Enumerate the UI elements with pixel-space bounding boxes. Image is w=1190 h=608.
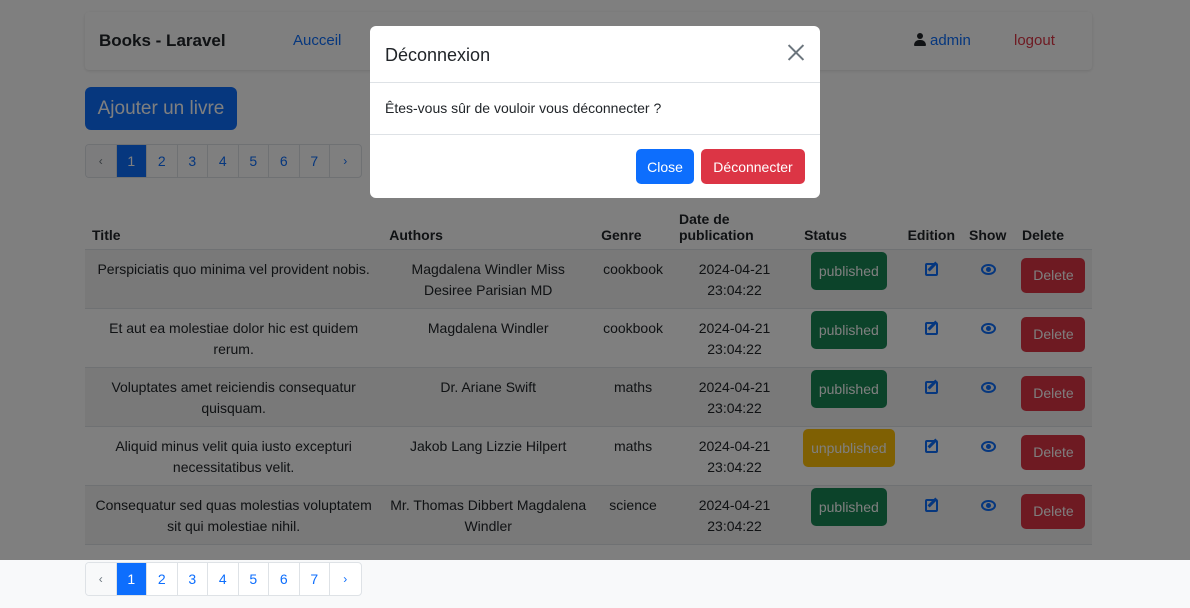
close-button[interactable]: Close: [636, 149, 694, 184]
pagination-page[interactable]: 2: [147, 563, 178, 595]
modal-title: Déconnexion: [385, 45, 491, 65]
disconnect-button[interactable]: Déconnecter: [701, 149, 805, 184]
pagination-page[interactable]: 1: [116, 563, 147, 595]
modal-body: Êtes-vous sûr de vouloir vous déconnecte…: [370, 83, 820, 135]
pagination-page[interactable]: 3: [178, 563, 208, 595]
page: Books - Laravel Aucceil admin logout Ajo…: [0, 0, 1190, 608]
pagination-page[interactable]: 7: [300, 563, 330, 595]
pagination-page[interactable]: 6: [269, 563, 300, 595]
pagination-next[interactable]: ›: [330, 563, 361, 595]
modal-footer: Close Déconnecter: [370, 135, 820, 198]
logout-modal: Déconnexion Êtes-vous sûr de vouloir vou…: [370, 26, 820, 198]
pagination-bottom: ‹ 1 2 3 4 5 6 7 ›: [85, 562, 362, 596]
close-icon[interactable]: [786, 42, 806, 62]
pagination-page[interactable]: 5: [239, 563, 269, 595]
pagination-page[interactable]: 4: [208, 563, 239, 595]
modal-message: Êtes-vous sûr de vouloir vous déconnecte…: [385, 100, 662, 116]
modal-header: Déconnexion: [370, 26, 820, 83]
pagination-prev: ‹: [86, 563, 117, 595]
